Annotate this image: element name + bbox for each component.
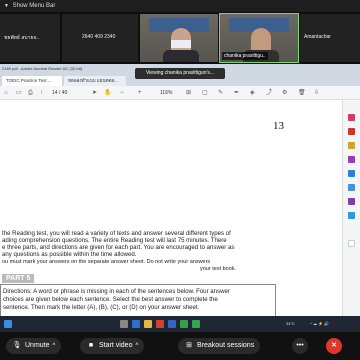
document-line: e three parts, and directions are given … (2, 244, 235, 251)
participant-tile[interactable]: Amantachar (300, 14, 360, 62)
sign-icon[interactable]: ✒ (234, 89, 239, 97)
document-line: ou must mark your answers on the separat… (2, 259, 211, 265)
acrobat-icon[interactable] (156, 320, 164, 328)
more-icon: ••• (296, 342, 304, 349)
edit-pdf-icon[interactable] (348, 128, 355, 135)
share-icon[interactable]: ⤴ (266, 89, 272, 97)
save-icon[interactable]: ▭ (16, 89, 22, 97)
participant-name: ชยพัทธ์ สบายจ.. (4, 35, 40, 41)
window-title: 2169 pdf - Adobe Acrobat Reader DC (32-b… (2, 66, 83, 71)
directions-line: Directions: A word or phrase is missing … (3, 288, 230, 295)
chevron-up-icon: ^ (135, 343, 139, 349)
delete-icon[interactable]: 🗑 (298, 89, 306, 97)
system-tray[interactable]: ^ ☁ ⚡ 🔊 (310, 320, 329, 328)
participant-tile[interactable]: ชยพัทธ์ สบายจ.. (0, 14, 60, 62)
windows-start-icon[interactable] (4, 320, 12, 328)
more-tools-icon[interactable] (348, 240, 355, 247)
page-indicator[interactable]: 14 / 40 (52, 88, 67, 98)
part-title: PART 5 (2, 274, 35, 283)
start-video-label: Start video (99, 342, 133, 349)
zoom-app-icon[interactable] (168, 320, 176, 328)
weather-readout: 34°C (286, 321, 295, 326)
microphone-muted-icon: 🎙 (12, 342, 22, 349)
chevron-down-icon: ▼ (4, 3, 9, 9)
stamp-icon[interactable]: ◈ (250, 89, 255, 97)
pen-icon[interactable]: ✎ (218, 89, 223, 97)
download-icon[interactable]: ⇩ (314, 89, 319, 97)
protect-icon[interactable] (348, 198, 355, 205)
fill-sign-icon[interactable] (348, 212, 355, 219)
page-current: 14 (52, 90, 58, 96)
participant-video-tile-active[interactable]: chanika prasittigu.. (219, 13, 299, 63)
edge-icon[interactable] (132, 320, 140, 328)
chrome-icon[interactable] (180, 320, 188, 328)
participant-name: 2640 409 2340 (82, 34, 116, 40)
zoom-level[interactable]: 116% (160, 88, 172, 98)
breakout-sessions-button[interactable]: ⊞ Breakout sessions (178, 338, 261, 354)
up-arrow-icon[interactable]: ↑ (40, 89, 43, 97)
document-line: ading comprehension questions. The entir… (2, 237, 227, 244)
page-number: 13 (273, 120, 284, 132)
document-line: any questions as possible within the tim… (2, 251, 137, 258)
participant-name: chanika prasittigu.. (222, 52, 268, 60)
windows-taskbar: 34°C ^ ☁ ⚡ 🔊 (0, 316, 360, 332)
organize-icon[interactable] (348, 170, 355, 177)
close-icon: ✕ (331, 342, 337, 349)
more-options-button[interactable]: ••• (292, 338, 308, 354)
participant-name: Amantachar (304, 34, 331, 40)
unmute-label: Unmute (25, 342, 50, 349)
video-off-icon: ■ (88, 342, 94, 349)
combine-icon[interactable] (348, 156, 355, 163)
home-icon[interactable]: ⌂ (4, 89, 8, 97)
start-video-button[interactable]: ■ Start video ^ (80, 338, 145, 354)
breakout-icon: ⊞ (186, 342, 192, 349)
print-icon[interactable]: ⎙ (28, 89, 33, 97)
tools-side-panel (342, 100, 360, 332)
directions-box: Directions: A word or phrase is missing … (0, 284, 276, 320)
viewing-banner[interactable]: Viewing chanika prasittigun's... (135, 68, 225, 79)
pdf-toolbar: ⌂ ▭ ⎙ ↑ 14 / 40 ➤ ✋ − + 116% ⊞ ▢ ✎ ✒ ◈ ⤴… (0, 86, 360, 100)
shared-screen: 2169 pdf - Adobe Acrobat Reader DC (32-b… (0, 64, 360, 332)
page-total: / 40 (58, 90, 68, 96)
meeting-controls: 🎙 Unmute ^ ■ Start video ^ ⊞ Breakout session… (0, 332, 360, 360)
export-pdf-icon[interactable] (348, 114, 355, 121)
participant-tile[interactable]: 2640 409 2340 (62, 14, 138, 62)
fit-page-icon[interactable]: ⊞ (186, 89, 191, 97)
compress-icon[interactable] (348, 184, 355, 191)
participant-video-tile[interactable] (140, 14, 218, 62)
comment-tool-icon[interactable] (348, 142, 355, 149)
show-menu-bar-label: Show Menu Bar (12, 3, 56, 9)
participant-strip: ชยพัทธ์ สบายจ.. 2640 409 2340 chanika pr… (0, 12, 360, 64)
unmute-button[interactable]: 🎙 Unmute ^ (6, 338, 62, 354)
directions-line: choices are given below each sentence. S… (3, 296, 218, 303)
tab-toeic[interactable]: TOEIC Practice Test ... (2, 76, 62, 86)
pdf-page: 13 the Reading test, you will read a var… (0, 100, 342, 332)
comment-icon[interactable]: ▢ (202, 89, 208, 97)
zoom-out-icon[interactable]: − (120, 89, 124, 97)
document-line: your test book. (200, 266, 237, 272)
tab-thai-test[interactable]: ทดลองทำแบบ แผนทดส... (64, 76, 126, 86)
chevron-up-icon: ^ (52, 343, 56, 349)
document-line: the Reading test, you will read a variet… (2, 230, 231, 237)
show-menu-bar[interactable]: ▼ Show Menu Bar (0, 0, 360, 12)
file-explorer-icon[interactable] (144, 320, 152, 328)
search-icon[interactable] (120, 320, 128, 328)
zoom-window: ▼ Show Menu Bar ชยพัทธ์ สบายจ.. 2640 409… (0, 0, 360, 360)
zoom-in-icon[interactable]: + (138, 89, 142, 97)
breakout-label: Breakout sessions (197, 342, 255, 349)
hand-icon[interactable]: ✋ (104, 89, 111, 97)
end-meeting-button[interactable]: ✕ (326, 338, 342, 354)
tools-icon[interactable]: ⚙ (282, 89, 287, 97)
line-icon[interactable] (192, 320, 200, 328)
cursor-icon[interactable]: ➤ (92, 89, 97, 97)
directions-line: sentence. Then mark the letter (A), (B),… (3, 304, 200, 311)
